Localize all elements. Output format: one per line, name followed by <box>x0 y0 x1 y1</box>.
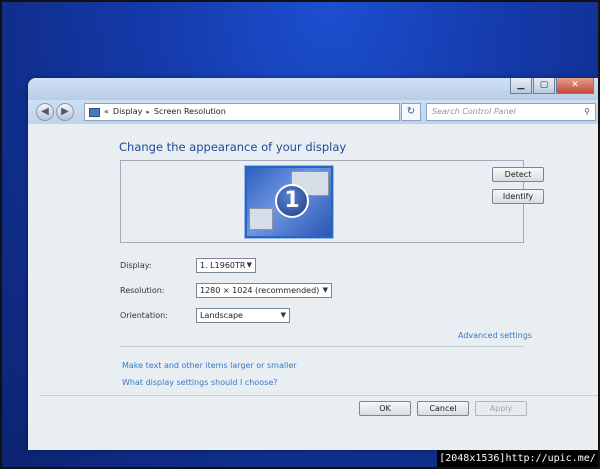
close-button[interactable]: ✕ <box>556 78 594 94</box>
monitor-1-thumbnail[interactable]: 1 <box>245 166 333 238</box>
minimize-button[interactable]: ▁ <box>510 78 532 94</box>
ok-button[interactable]: OK <box>359 401 411 416</box>
breadcrumb-item-display[interactable]: Display <box>113 104 143 120</box>
search-input[interactable]: Search Control Panel ⚲ <box>426 103 596 121</box>
display-select[interactable]: 1. L1960TR ▼ <box>196 258 256 273</box>
text-size-link[interactable]: Make text and other items larger or smal… <box>122 361 297 370</box>
monitor-preview-window <box>249 208 273 230</box>
monitor-number-badge: 1 <box>275 184 309 218</box>
chevron-down-icon: ▼ <box>280 311 286 319</box>
display-select-value: 1. L1960TR <box>200 261 246 270</box>
resolution-select[interactable]: 1280 × 1024 (recommended) ▼ <box>196 283 332 298</box>
chevron-down-icon: ▼ <box>322 286 328 294</box>
apply-button[interactable]: Apply <box>475 401 527 416</box>
resolution-label: Resolution: <box>120 286 165 295</box>
breadcrumb[interactable]: « Display ▸ Screen Resolution <box>84 103 400 121</box>
breadcrumb-separator-icon: ▸ <box>146 108 150 116</box>
search-icon[interactable]: ⚲ <box>584 104 590 120</box>
identify-button[interactable]: Identify <box>492 189 544 204</box>
detect-button[interactable]: Detect <box>492 167 544 182</box>
maximize-button[interactable]: ▢ <box>533 78 555 94</box>
chevron-down-icon: ▼ <box>246 261 252 269</box>
back-arrow-icon: ◀ <box>41 106 49 117</box>
back-button[interactable]: ◀ <box>36 103 54 121</box>
title-bar[interactable]: ▁ ▢ ✕ <box>28 78 600 100</box>
watermark-text: [2048x1536]http://upic.me/ <box>437 450 598 467</box>
orientation-select-value: Landscape <box>200 311 243 320</box>
monitor-arrangement-area: 1 Detect Identify <box>120 160 544 243</box>
forward-arrow-icon: ▶ <box>61 106 69 117</box>
caption-buttons: ▁ ▢ ✕ <box>509 78 594 94</box>
breadcrumb-item-screen-resolution[interactable]: Screen Resolution <box>154 104 226 120</box>
divider <box>120 346 524 347</box>
orientation-select[interactable]: Landscape ▼ <box>196 308 290 323</box>
breadcrumb-chevrons[interactable]: « <box>104 104 109 120</box>
advanced-settings-link[interactable]: Advanced settings <box>458 331 532 340</box>
divider <box>40 395 600 396</box>
control-panel-window: ▁ ▢ ✕ ◀ ▶ « Display ▸ Screen Resolution … <box>28 78 600 450</box>
address-bar: ◀ ▶ « Display ▸ Screen Resolution ↻ Sear… <box>28 100 600 124</box>
refresh-button[interactable]: ↻ <box>401 103 421 121</box>
cancel-button[interactable]: Cancel <box>417 401 469 416</box>
forward-button[interactable]: ▶ <box>56 103 74 121</box>
resolution-select-value: 1280 × 1024 (recommended) <box>200 286 320 295</box>
control-panel-icon <box>89 107 100 117</box>
orientation-label: Orientation: <box>120 311 168 320</box>
page-title: Change the appearance of your display <box>119 140 347 154</box>
search-placeholder: Search Control Panel <box>432 107 516 116</box>
display-settings-help-link[interactable]: What display settings should I choose? <box>122 378 278 387</box>
display-label: Display: <box>120 261 152 270</box>
main-content: Change the appearance of your display 1 … <box>28 124 600 450</box>
refresh-icon: ↻ <box>406 106 416 117</box>
